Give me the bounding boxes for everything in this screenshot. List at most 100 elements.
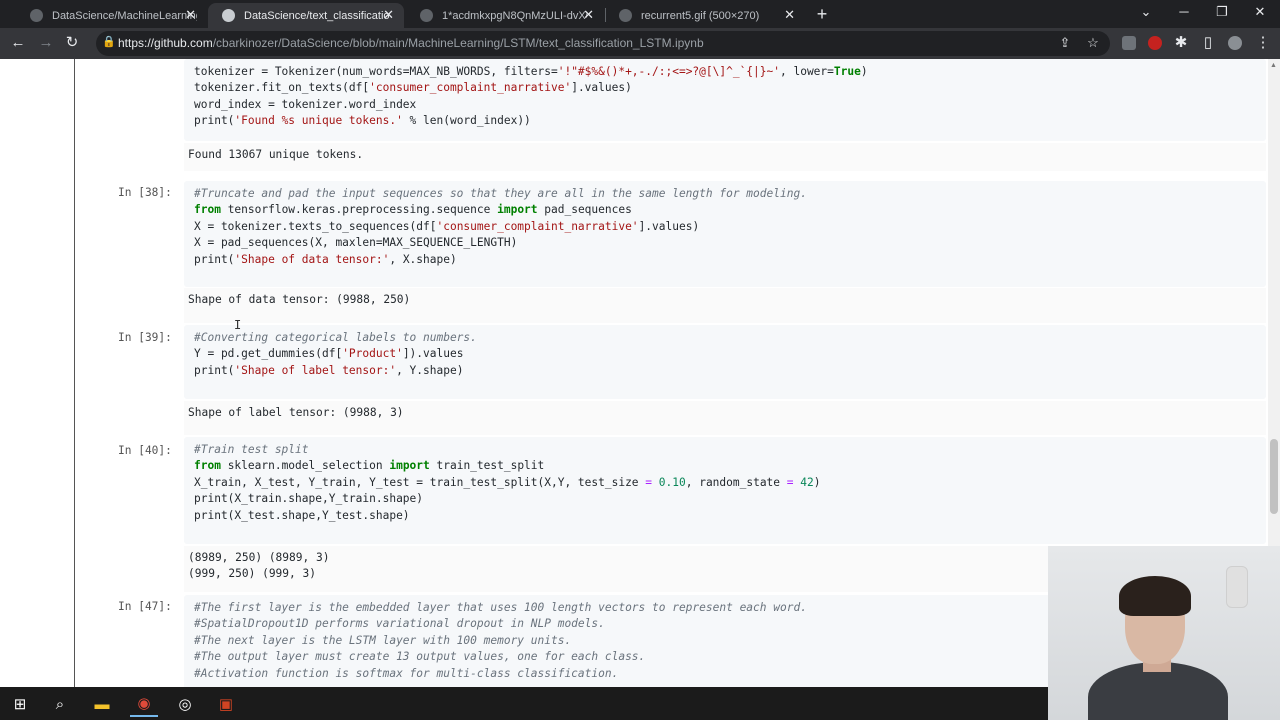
tab-title: 1*acdmkxpgN8QnMzULI-dvXQ.g <box>442 9 587 22</box>
scrollbar-thumb[interactable] <box>1270 439 1278 514</box>
code-line: #Train test split <box>194 442 1256 458</box>
code-token: ].values) <box>638 219 700 233</box>
github-favicon-icon <box>222 9 235 22</box>
code-cell: #Converting categorical labels to number… <box>184 325 1266 399</box>
tab-title: DataScience/MachineLearning/L <box>52 9 197 22</box>
code-token: pad_sequences <box>537 203 632 217</box>
code-token: True <box>833 65 861 78</box>
tab-search-icon[interactable]: ⌄ <box>1136 4 1156 20</box>
code-token: 'consumer_complaint_narrative' <box>436 219 639 233</box>
menu-kebab-icon[interactable]: ⋮ <box>1254 34 1272 52</box>
close-tab-icon[interactable]: ✕ <box>583 7 594 23</box>
reload-icon[interactable]: ↻ <box>63 34 81 52</box>
browser-toolbar: ← → ↻ 🔒 https://github.com/cbarkinozer/D… <box>0 28 1280 59</box>
code-token: X_train, X_test, Y_train, Y_test = train… <box>194 475 646 489</box>
code-token: X = tokenizer.texts_to_sequences(df[ <box>194 219 437 233</box>
share-icon[interactable]: ⇪ <box>1056 34 1074 52</box>
address-bar[interactable]: 🔒 https://github.com/cbarkinozer/DataSci… <box>96 31 1110 56</box>
tab-title: recurrent5.gif (500×270) <box>641 9 760 22</box>
search-icon[interactable]: ⌕ <box>46 691 74 717</box>
code-line: print('Shape of label tensor:', Y.shape) <box>194 363 1256 379</box>
output-line: Shape of data tensor: (9988, 250) <box>188 293 411 306</box>
code-token: #Train test split <box>194 443 309 456</box>
code-token: from <box>194 203 221 217</box>
code-line: X = pad_sequences(X, maxlen=MAX_SEQUENCE… <box>194 235 1256 251</box>
code-line: print('Shape of data tensor:', X.shape) <box>194 252 1256 268</box>
forward-arrow-icon[interactable]: → <box>37 34 55 52</box>
close-tab-icon[interactable]: ✕ <box>784 7 795 23</box>
browser-tab-1[interactable]: DataScience/MachineLearning/L ✕ <box>16 3 206 28</box>
code-token: import <box>497 203 538 217</box>
minimize-window-icon[interactable]: ─ <box>1174 4 1194 19</box>
code-token: print( <box>194 114 235 128</box>
code-token: #Converting categorical labels to number… <box>194 331 477 344</box>
powerpoint-icon[interactable]: ▣ <box>212 691 240 717</box>
output-cell-text: Found 13067 unique tokens. <box>188 147 1262 163</box>
code-token: import <box>389 459 430 473</box>
code-line: X_train, X_test, Y_train, Y_test = train… <box>194 475 1256 491</box>
output-cell-text: Shape of label tensor: (9988, 3) <box>188 405 1262 421</box>
address-bar-url: https://github.com/cbarkinozer/DataScien… <box>118 36 704 50</box>
code-token: ) <box>860 65 868 78</box>
code-token: #The first layer is the embedded layer t… <box>194 601 807 614</box>
chrome-icon[interactable]: ◉ <box>130 691 158 717</box>
output-line: Shape of label tensor: (9988, 3) <box>188 406 404 419</box>
code-token: #Activation function is softmax for mult… <box>194 666 619 680</box>
code-token: 'Shape of data tensor:' <box>234 252 390 266</box>
code-token: #SpatialDropout1D performs variational d… <box>194 617 605 631</box>
puzzle-extensions-icon[interactable]: ✱ <box>1172 34 1190 52</box>
code-token: from <box>194 459 221 473</box>
code-cell-source: #Truncate and pad the input sequences so… <box>194 186 1256 268</box>
code-line: #Converting categorical labels to number… <box>194 330 1256 346</box>
output-cell: Shape of data tensor: (9988, 250) <box>184 288 1266 323</box>
tab-title: DataScience/text_classification_L <box>244 9 389 22</box>
code-token: print(X_train.shape,Y_train.shape) <box>194 492 424 506</box>
code-token: print( <box>194 252 235 266</box>
output-cell-text: Shape of data tensor: (9988, 250) <box>188 292 1262 308</box>
profile-avatar-icon[interactable] <box>1228 36 1242 50</box>
side-panel-icon[interactable]: ▯ <box>1199 34 1217 52</box>
code-token: Y = pd.get_dummies(df[ <box>194 347 343 361</box>
browser-tab-2[interactable]: DataScience/text_classification_L ✕ <box>208 3 404 28</box>
code-token: , X.shape) <box>389 252 457 266</box>
bookmark-star-icon[interactable]: ☆ <box>1084 34 1102 52</box>
code-line: Y = pd.get_dummies(df['Product']).values <box>194 346 1256 362</box>
close-tab-icon[interactable]: ✕ <box>383 7 394 23</box>
code-line: print('Found %s unique tokens.' % len(wo… <box>194 113 1256 129</box>
scroll-up-arrow-icon[interactable]: ▲ <box>1270 62 1277 69</box>
shield-extension-icon[interactable] <box>1122 36 1136 50</box>
code-token: ].values) <box>571 81 632 95</box>
code-cell: tokenizer = Tokenizer(num_words=MAX_NB_W… <box>184 59 1266 141</box>
file-explorer-icon[interactable]: ▬ <box>88 691 116 717</box>
code-cell: #Truncate and pad the input sequences so… <box>184 181 1266 287</box>
presenter-hair <box>1119 576 1191 616</box>
new-tab-button[interactable]: + <box>812 4 832 24</box>
url-domain: https://github.com <box>118 36 213 50</box>
code-token: 'Found %s unique tokens.' <box>234 114 403 128</box>
code-token: word_index = tokenizer.word_index <box>194 97 417 111</box>
code-token: tokenizer.fit_on_texts(df[ <box>194 81 370 95</box>
github-favicon-icon <box>30 9 43 22</box>
text-cursor-icon: I <box>234 318 242 332</box>
close-window-icon[interactable]: ✕ <box>1250 4 1270 20</box>
raspberry-extension-icon[interactable] <box>1148 36 1162 50</box>
obs-recorder-icon[interactable]: ◎ <box>171 691 199 717</box>
restore-window-icon[interactable]: ❐ <box>1212 4 1232 20</box>
notebook-border <box>74 59 75 687</box>
code-token: 0.10 <box>658 475 686 489</box>
code-cell-source: #Train test split from sklearn.model_sele… <box>194 442 1256 524</box>
close-tab-icon[interactable]: ✕ <box>185 7 196 23</box>
code-token: ) <box>813 475 821 489</box>
windows-start-icon[interactable]: ⊞ <box>6 691 34 717</box>
url-path: /cbarkinozer/DataScience/blob/main/Machi… <box>212 36 704 50</box>
code-token: ]).values <box>402 347 464 361</box>
code-token: = <box>786 475 794 489</box>
browser-tab-3[interactable]: 1*acdmkxpgN8QnMzULI-dvXQ.g ✕ <box>406 3 604 28</box>
code-token: tensorflow.keras.preprocessing.sequence <box>220 203 498 217</box>
back-arrow-icon[interactable]: ← <box>9 34 27 52</box>
code-token: '!"#$%&()*+,-./:;<=>?@[\]^_`{|}~' <box>557 65 780 78</box>
code-token: print(X_test.shape,Y_test.shape) <box>194 508 410 522</box>
browser-tab-4[interactable]: recurrent5.gif (500×270) ✕ <box>605 3 805 28</box>
cell-prompt: In [47]: <box>118 600 172 613</box>
code-token: % len(word_index)) <box>402 114 531 128</box>
